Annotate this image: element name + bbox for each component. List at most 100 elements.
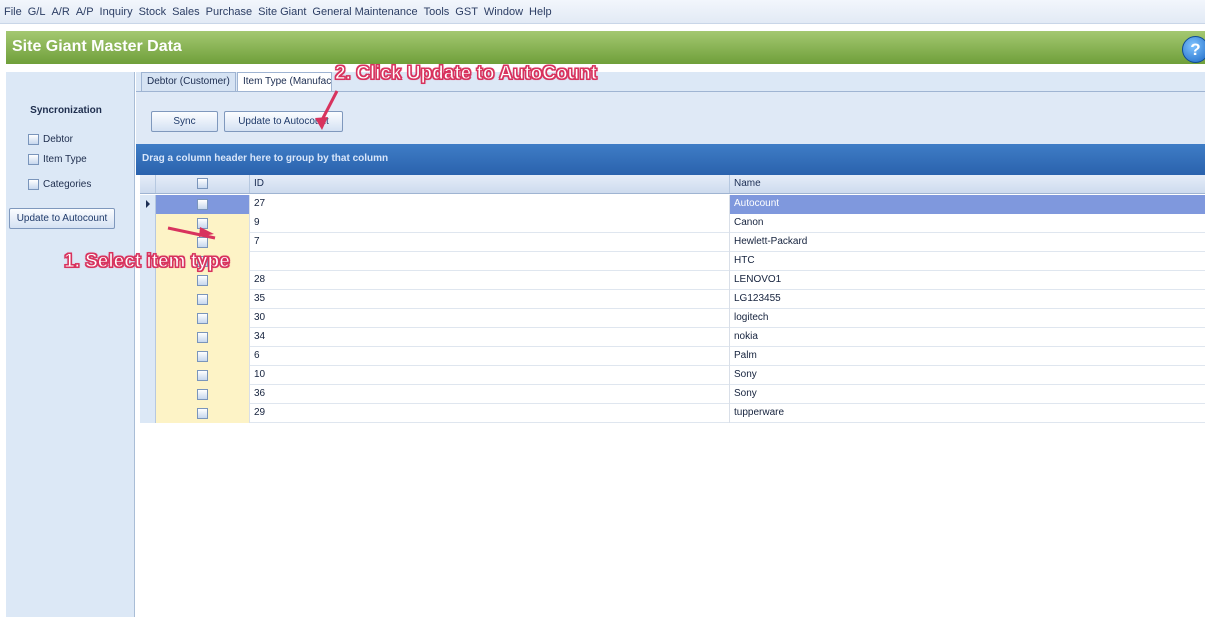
cell-name[interactable]: logitech — [730, 309, 1205, 328]
sidebar: Syncronization Debtor Item Type Categori… — [6, 72, 135, 617]
table-row[interactable]: 10 Sony — [140, 366, 1205, 385]
cell-id[interactable]: 29 — [250, 404, 730, 423]
cell-name[interactable]: HTC — [730, 252, 1205, 271]
cell-id[interactable]: 36 — [250, 385, 730, 404]
row-checkbox[interactable] — [197, 389, 208, 400]
menu-item-help[interactable]: Help — [529, 6, 552, 18]
column-header-id[interactable]: ID — [250, 175, 730, 193]
row-selector[interactable] — [140, 404, 156, 423]
row-checkbox[interactable] — [197, 313, 208, 324]
table-row[interactable]: 34 nokia — [140, 328, 1205, 347]
row-selector[interactable] — [140, 385, 156, 404]
cell-name[interactable]: Palm — [730, 347, 1205, 366]
table-row[interactable]: 6 Palm — [140, 347, 1205, 366]
grid-body: 27 Autocount 9 Canon 7 Hewlett-Packard HTC 28 LE… — [140, 195, 1205, 423]
table-row[interactable]: 28 LENOVO1 — [140, 271, 1205, 290]
update-autocount-button[interactable]: Update to Autocount — [224, 111, 343, 132]
menu-item-inquiry[interactable]: Inquiry — [100, 6, 133, 18]
toolbar: Sync Update to Autocount — [136, 92, 1205, 144]
checkbox-icon[interactable] — [28, 134, 39, 145]
row-selector[interactable] — [140, 309, 156, 328]
row-checkbox[interactable] — [197, 370, 208, 381]
cell-id[interactable]: 7 — [250, 233, 730, 252]
menu-item-general-maintenance[interactable]: General Maintenance — [312, 6, 417, 18]
menu-item-file[interactable]: File — [4, 6, 22, 18]
menu-item-g-l[interactable]: G/L — [28, 6, 46, 18]
cell-name[interactable]: LENOVO1 — [730, 271, 1205, 290]
cell-name[interactable]: nokia — [730, 328, 1205, 347]
checkbox-icon[interactable] — [28, 154, 39, 165]
menu-item-a-r[interactable]: A/R — [51, 6, 69, 18]
menu-item-window[interactable]: Window — [484, 6, 523, 18]
menu-item-gst[interactable]: GST — [455, 6, 478, 18]
menu-item-sales[interactable]: Sales — [172, 6, 200, 18]
row-selector[interactable] — [140, 195, 156, 214]
group-by-panel[interactable]: Drag a column header here to group by th… — [136, 144, 1205, 175]
select-all-checkbox[interactable] — [197, 178, 208, 189]
cell-name[interactable]: Sony — [730, 385, 1205, 404]
column-header-name[interactable]: Name — [730, 175, 1205, 193]
menu-item-tools[interactable]: Tools — [424, 6, 450, 18]
row-checkbox[interactable] — [197, 237, 208, 248]
table-row[interactable]: 9 Canon — [140, 214, 1205, 233]
help-icon[interactable]: ? — [1182, 36, 1205, 63]
cell-id[interactable] — [250, 252, 730, 271]
row-selector[interactable] — [140, 366, 156, 385]
sidebar-update-autocount-button[interactable]: Update to Autocount — [9, 208, 115, 229]
cell-id[interactable]: 30 — [250, 309, 730, 328]
row-checkbox[interactable] — [197, 199, 208, 210]
grid-column-header: ID Name — [140, 175, 1205, 194]
row-checkbox-cell — [156, 309, 250, 328]
table-row[interactable]: 35 LG123455 — [140, 290, 1205, 309]
cell-name[interactable]: Hewlett-Packard — [730, 233, 1205, 252]
cell-id[interactable]: 9 — [250, 214, 730, 233]
cell-name[interactable]: Sony — [730, 366, 1205, 385]
row-selector[interactable] — [140, 214, 156, 233]
cell-id[interactable]: 28 — [250, 271, 730, 290]
row-checkbox[interactable] — [197, 218, 208, 229]
row-selector[interactable] — [140, 328, 156, 347]
menu-item-purchase[interactable]: Purchase — [206, 6, 252, 18]
table-row[interactable]: 27 Autocount — [140, 195, 1205, 214]
row-checkbox[interactable] — [197, 332, 208, 343]
row-checkbox-cell — [156, 195, 250, 214]
table-row[interactable]: 30 logitech — [140, 309, 1205, 328]
cell-name[interactable]: LG123455 — [730, 290, 1205, 309]
row-checkbox[interactable] — [197, 294, 208, 305]
row-checkbox-cell — [156, 328, 250, 347]
row-checkbox-cell — [156, 347, 250, 366]
tab-item-type[interactable]: Item Type (Manufacturer) — [237, 72, 332, 91]
sidebar-item-categories[interactable]: Categories — [28, 179, 91, 190]
menu-bar: File G/L A/R A/P Inquiry Stock Sales Purchase Si… — [0, 0, 1205, 24]
row-selector[interactable] — [140, 290, 156, 309]
row-selector[interactable] — [140, 347, 156, 366]
table-row[interactable]: 36 Sony — [140, 385, 1205, 404]
cell-id[interactable]: 10 — [250, 366, 730, 385]
cell-id[interactable]: 27 — [250, 195, 730, 214]
cell-id[interactable]: 34 — [250, 328, 730, 347]
row-checkbox[interactable] — [197, 275, 208, 286]
menu-item-stock[interactable]: Stock — [139, 6, 167, 18]
cell-id[interactable]: 6 — [250, 347, 730, 366]
table-row[interactable]: 7 Hewlett-Packard — [140, 233, 1205, 252]
row-checkbox[interactable] — [197, 351, 208, 362]
column-header-checkbox[interactable] — [156, 175, 250, 193]
tab-debtor[interactable]: Debtor (Customer) — [141, 72, 236, 91]
sync-button[interactable]: Sync — [151, 111, 218, 132]
table-row[interactable]: 29 tupperware — [140, 404, 1205, 423]
cell-name[interactable]: Autocount — [730, 195, 1205, 214]
menu-item-a-p[interactable]: A/P — [76, 6, 94, 18]
table-row[interactable]: HTC — [140, 252, 1205, 271]
checkbox-icon[interactable] — [28, 179, 39, 190]
sidebar-item-item-type[interactable]: Item Type — [28, 154, 87, 165]
row-checkbox[interactable] — [197, 408, 208, 419]
cell-id[interactable]: 35 — [250, 290, 730, 309]
cell-name[interactable]: Canon — [730, 214, 1205, 233]
cell-name[interactable]: tupperware — [730, 404, 1205, 423]
row-selector[interactable] — [140, 233, 156, 252]
row-selector[interactable] — [140, 271, 156, 290]
menu-item-site-giant[interactable]: Site Giant — [258, 6, 306, 18]
row-checkbox-cell — [156, 214, 250, 233]
row-checkbox-cell — [156, 233, 250, 252]
sidebar-item-debtor[interactable]: Debtor — [28, 134, 73, 145]
